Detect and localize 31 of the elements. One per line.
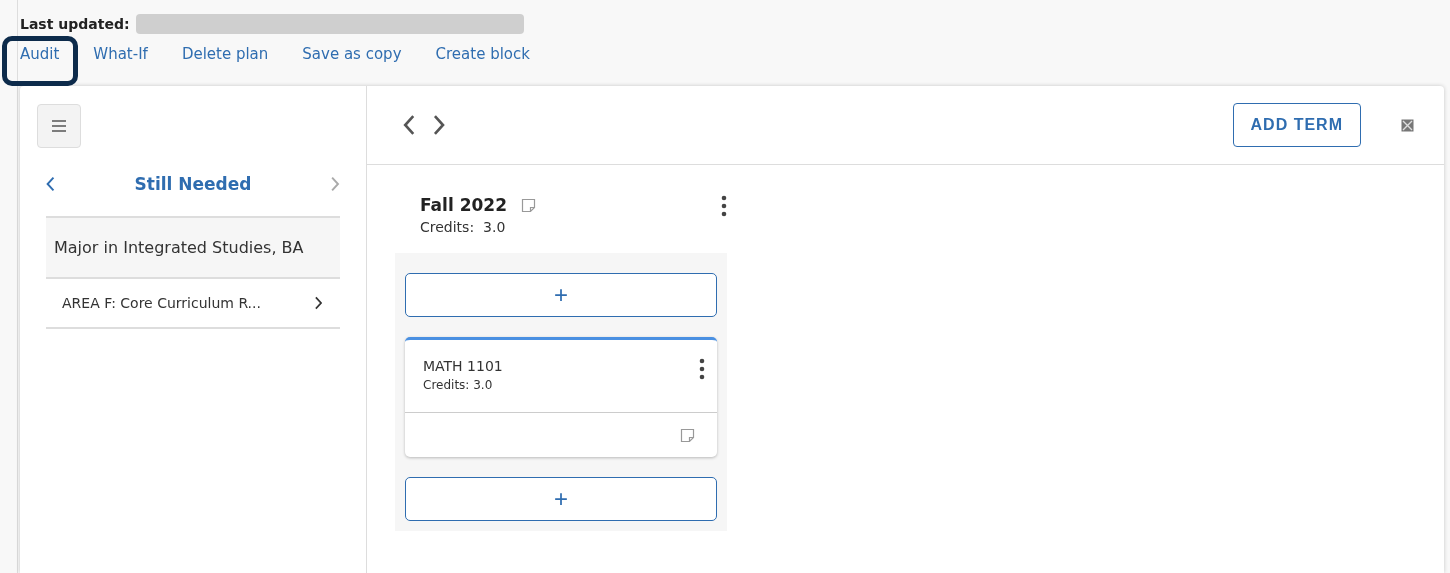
previous-button[interactable] bbox=[46, 176, 56, 192]
expand-icon bbox=[1401, 118, 1414, 132]
chevron-left-icon bbox=[46, 176, 56, 192]
plan-link[interactable]: Save as copy bbox=[302, 45, 402, 63]
add-term-button[interactable]: ADD TERM bbox=[1232, 103, 1361, 147]
requirement-item[interactable]: AREA F: Core Curriculum R... bbox=[46, 279, 340, 329]
plan-link[interactable]: Audit bbox=[20, 45, 60, 63]
plan-link[interactable]: Create block bbox=[435, 45, 530, 63]
last-updated-label: Last updated: bbox=[20, 16, 130, 32]
chevron-right-icon bbox=[313, 296, 322, 310]
chevron-left-icon bbox=[403, 114, 417, 136]
course-code: MATH 1101 bbox=[423, 358, 503, 374]
term-title: Fall 2022 bbox=[420, 195, 507, 215]
more-options-icon[interactable] bbox=[721, 195, 727, 217]
note-icon[interactable] bbox=[521, 197, 536, 213]
course-credits: Credits: 3.0 bbox=[423, 378, 494, 392]
more-options-icon[interactable] bbox=[699, 358, 705, 380]
plan-link[interactable]: Delete plan bbox=[181, 45, 269, 63]
term-credits: Credits: 3.0 bbox=[420, 219, 507, 235]
expand-button[interactable] bbox=[1401, 118, 1414, 132]
chevron-right-icon bbox=[330, 176, 340, 192]
course-card[interactable]: MATH 1101 Credits: 3.0 bbox=[405, 337, 717, 457]
menu-button[interactable] bbox=[37, 104, 81, 148]
requirement-group: Major in Integrated Studies, BA bbox=[46, 216, 340, 279]
add-course-button[interactable]: + bbox=[405, 477, 717, 521]
plan-link[interactable]: What-If bbox=[93, 45, 148, 63]
chevron-right-icon bbox=[432, 114, 446, 136]
add-course-button[interactable]: + bbox=[405, 273, 717, 317]
menu-icon bbox=[52, 120, 66, 132]
sidebar-title: Still Needed bbox=[134, 174, 252, 194]
note-icon[interactable] bbox=[680, 427, 695, 443]
